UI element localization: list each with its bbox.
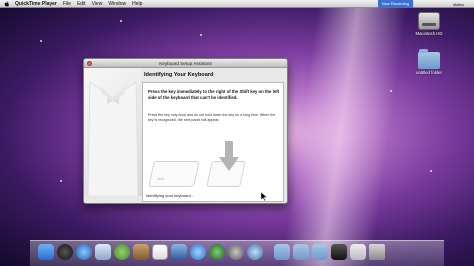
menu-edit[interactable]: Edit — [77, 1, 86, 7]
wallpaper-star — [390, 90, 392, 92]
close-button[interactable] — [87, 61, 92, 66]
window-title: Keyboard Setup Assistant — [159, 60, 212, 66]
page-title: Identifying Your Keyboard — [144, 72, 214, 78]
menu-extras: Now Recording dtalbo — [377, 0, 474, 8]
ichat-icon[interactable] — [114, 244, 130, 260]
wallpaper-star — [120, 20, 122, 22]
folder-icon[interactable] — [293, 244, 309, 260]
time-machine-icon[interactable] — [209, 244, 225, 260]
instruction-note: Press the key only once and do not hold … — [148, 113, 276, 122]
wallpaper-star — [40, 40, 42, 42]
address-book-icon[interactable] — [133, 244, 149, 260]
wallpaper-aurora — [281, 0, 409, 266]
recording-status[interactable]: Now Recording — [377, 0, 414, 8]
desktop-icon-label: untitled folder — [416, 70, 442, 75]
tuxedo-icon — [87, 81, 139, 197]
down-arrow-icon — [219, 141, 239, 171]
mouse-cursor-icon — [261, 192, 267, 201]
window-body: Identifying Your Keyboard Press the key … — [84, 68, 287, 203]
dashboard-icon[interactable] — [57, 244, 73, 260]
desktop-icon-label: Macintosh HD — [415, 31, 443, 36]
system-preferences-icon[interactable] — [228, 244, 244, 260]
menu-help[interactable]: Help — [132, 1, 142, 7]
folder-icon[interactable] — [312, 244, 328, 260]
menu-app-name[interactable]: QuickTime Player — [15, 1, 57, 7]
mail-icon[interactable] — [95, 244, 111, 260]
status-text: Identifying your keyboard... — [146, 193, 195, 198]
instruction-text: Press the key immediately to the right o… — [148, 89, 280, 100]
folder-icon — [418, 49, 440, 69]
keyboard-setup-window: Keyboard Setup Assistant Identifying You… — [83, 58, 288, 204]
stacks-icon[interactable] — [331, 244, 347, 260]
ical-icon[interactable] — [152, 244, 168, 260]
wallpaper-star — [430, 170, 432, 172]
desktop-icon-macintosh-hd[interactable]: Macintosh HD — [406, 12, 452, 36]
menu-file[interactable]: File — [63, 1, 71, 7]
window-titlebar[interactable]: Keyboard Setup Assistant — [84, 59, 287, 68]
itunes-icon[interactable] — [190, 244, 206, 260]
trash-icon[interactable] — [369, 244, 385, 260]
menu-window[interactable]: Window — [108, 1, 126, 7]
desktop-icon-untitled-folder[interactable]: untitled folder — [406, 49, 452, 75]
apple-menu-icon[interactable] — [4, 0, 10, 7]
quicktime-icon[interactable] — [247, 244, 263, 260]
menu-clock[interactable]: dtalbo — [453, 2, 464, 7]
hard-drive-icon — [418, 12, 440, 30]
wallpaper-star — [60, 180, 62, 182]
instruction-panel: Press the key immediately to the right o… — [142, 82, 284, 202]
wallpaper-star — [200, 34, 202, 36]
folder-icon[interactable] — [274, 244, 290, 260]
finder-icon[interactable] — [38, 244, 54, 260]
shift-key-label: shift — [157, 176, 165, 181]
menu-bar: QuickTime Player File Edit View Window H… — [0, 0, 474, 8]
assistant-artwork — [84, 68, 142, 197]
document-stack-icon[interactable] — [350, 244, 366, 260]
iphoto-icon[interactable] — [171, 244, 187, 260]
safari-icon[interactable] — [76, 244, 92, 260]
shift-key-illustration: shift — [148, 161, 200, 187]
menu-view[interactable]: View — [92, 1, 103, 7]
